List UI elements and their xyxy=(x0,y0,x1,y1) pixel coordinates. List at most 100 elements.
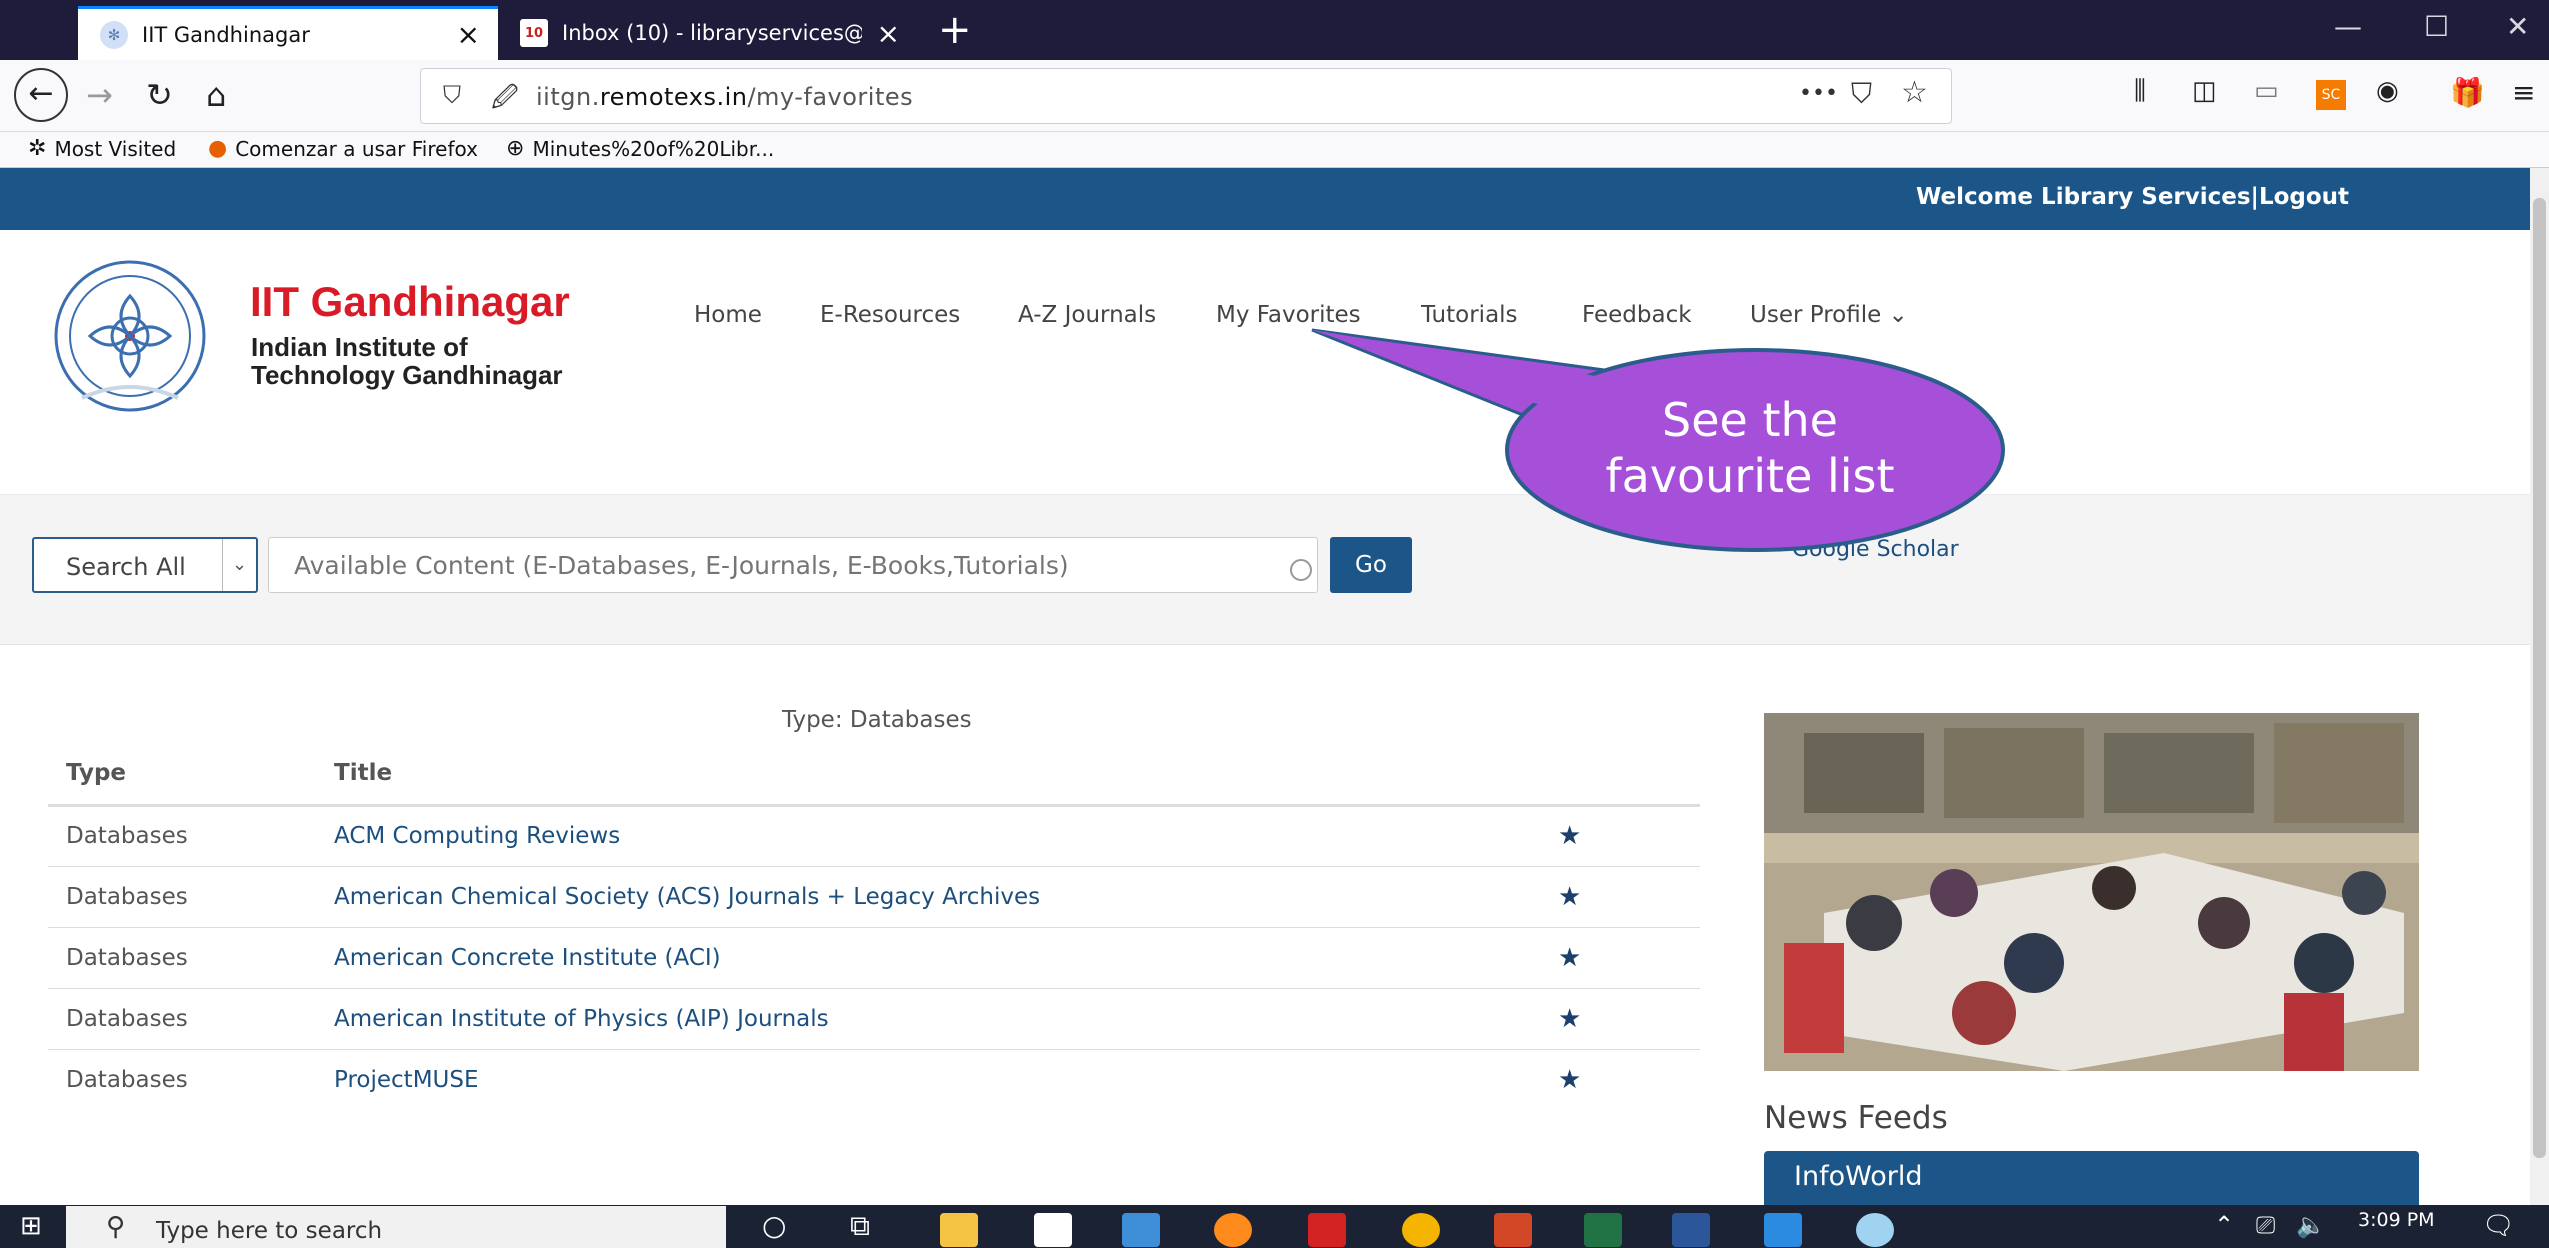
firefox-icon: ● xyxy=(208,136,228,161)
tab-inbox[interactable]: 10 Inbox (10) - libraryservices@iitg × xyxy=(498,6,918,60)
nav-e-resources[interactable]: E-Resources xyxy=(820,302,960,328)
table-row: Databases American Institute of Physics … xyxy=(48,988,1700,1050)
volume-icon[interactable]: 🔈 xyxy=(2296,1211,2326,1239)
cortana-icon[interactable]: ○ xyxy=(762,1209,786,1242)
search-clear-icon[interactable] xyxy=(1290,559,1312,581)
nav-home[interactable]: Home xyxy=(694,302,762,328)
news-feeds-heading: News Feeds xyxy=(1764,1100,1948,1136)
site-top-bar: Welcome Library Services|Logout xyxy=(0,168,2530,230)
page-scrollbar[interactable] xyxy=(2530,168,2549,1205)
row-title-link[interactable]: ProjectMUSE xyxy=(316,1049,1540,1110)
notifications-icon[interactable]: 🗨 xyxy=(2482,1211,2515,1241)
callout-text: See the favourite list xyxy=(1605,393,1895,503)
favorite-star-icon[interactable]: ★ xyxy=(1540,988,1700,1050)
gmail-icon: 10 xyxy=(520,19,548,47)
table-row: Databases American Chemical Society (ACS… xyxy=(48,866,1700,928)
column-header-title: Title xyxy=(316,743,1540,807)
forward-arrow-icon[interactable]: → xyxy=(86,76,113,114)
store-icon[interactable] xyxy=(1034,1213,1072,1247)
paint-icon[interactable] xyxy=(1856,1213,1894,1247)
minimize-icon[interactable]: — xyxy=(2334,10,2362,43)
news-feed-infoworld[interactable]: InfoWorld xyxy=(1764,1151,2419,1205)
powerpoint-icon[interactable] xyxy=(1494,1213,1532,1247)
media-icon[interactable] xyxy=(1122,1213,1160,1247)
tab-label: Inbox (10) - libraryservices@iitg xyxy=(562,21,862,45)
close-window-icon[interactable]: ✕ xyxy=(2506,10,2529,43)
favorite-star-icon[interactable]: ★ xyxy=(1540,927,1700,989)
account-icon[interactable]: ◉ xyxy=(2376,76,2399,106)
row-type: Databases xyxy=(66,1066,188,1093)
table-row: Databases American Concrete Institute (A… xyxy=(48,927,1700,989)
scrollbar-thumb[interactable] xyxy=(2533,198,2546,1158)
row-type: Databases xyxy=(48,866,316,928)
favorites-table: Type Title Databases ACM Computing Revie… xyxy=(48,743,1700,1110)
institute-subtitle-line1: Indian Institute of xyxy=(251,332,468,362)
url-text[interactable]: iitgn.remotexs.in/my-favorites xyxy=(536,83,913,111)
institute-subtitle-line2: Technology Gandhinagar xyxy=(251,360,563,390)
chevron-up-icon[interactable]: ⌃ xyxy=(2214,1211,2234,1239)
task-view-icon[interactable]: ⧉ xyxy=(850,1209,870,1243)
bookmark-star-icon[interactable]: ☆ xyxy=(1901,75,1928,110)
bookmarks-bar: ✲ Most Visited ● Comenzar a usar Firefox… xyxy=(0,132,2549,168)
extension-sc-icon[interactable]: SC xyxy=(2316,80,2346,110)
back-arrow-icon[interactable]: ← xyxy=(14,68,68,122)
table-row: Databases ProjectMUSE ★ xyxy=(48,1049,1700,1110)
reload-icon[interactable]: ↻ xyxy=(146,76,173,114)
browser-nav-bar: ← → ↻ ⌂ ⛉ 🖉 iitgn.remotexs.in/my-favorit… xyxy=(0,60,2549,132)
file-explorer-icon[interactable] xyxy=(940,1213,978,1247)
mail-icon[interactable] xyxy=(1764,1213,1802,1247)
taskbar-search-box[interactable]: ⚲ Type here to search xyxy=(66,1206,726,1248)
word-icon[interactable] xyxy=(1672,1213,1710,1247)
favorite-star-icon[interactable]: ★ xyxy=(1540,805,1700,867)
url-bar[interactable]: ⛉ 🖉 iitgn.remotexs.in/my-favorites ••• ⛉… xyxy=(420,68,1952,124)
windows-start-icon[interactable]: ⊞ xyxy=(20,1211,42,1241)
row-title-link[interactable]: ACM Computing Reviews xyxy=(316,805,1540,867)
site-header: IIT Gandhinagar Indian Institute of Tech… xyxy=(0,230,2530,495)
home-icon[interactable]: ⌂ xyxy=(206,76,226,114)
maximize-icon[interactable]: ☐ xyxy=(2424,10,2449,43)
bookmark-most-visited[interactable]: ✲ Most Visited xyxy=(28,136,176,161)
row-title-link[interactable]: American Chemical Society (ACS) Journals… xyxy=(316,866,1540,928)
new-tab-icon[interactable]: + xyxy=(938,8,972,52)
search-scope-select[interactable]: Search All ⌄ xyxy=(32,537,258,593)
firefox-taskbar-icon[interactable] xyxy=(1214,1213,1252,1247)
acrobat-icon[interactable] xyxy=(1308,1213,1346,1247)
tab-label: IIT Gandhinagar xyxy=(142,22,310,47)
close-tab-icon[interactable]: × xyxy=(457,18,480,51)
row-title-link[interactable]: American Concrete Institute (ACI) xyxy=(316,927,1540,989)
row-title-link[interactable]: American Institute of Physics (AIP) Jour… xyxy=(316,988,1540,1050)
welcome-logout-link[interactable]: Welcome Library Services|Logout xyxy=(1916,184,2349,210)
gift-icon[interactable]: 🎁 xyxy=(2450,76,2485,109)
globe-icon: ⊕ xyxy=(506,136,525,161)
iitgn-logo-icon xyxy=(54,260,206,412)
chrome-icon[interactable] xyxy=(1402,1213,1440,1247)
menu-hamburger-icon[interactable]: ≡ xyxy=(2512,76,2535,109)
search-input[interactable] xyxy=(268,537,1318,593)
bookmark-minutes[interactable]: ⊕ Minutes%20of%20Libr... xyxy=(506,136,774,161)
row-type: Databases xyxy=(48,805,316,867)
table-caption: Type: Databases xyxy=(782,707,972,733)
pocket-icon[interactable]: ⛉ xyxy=(1851,77,1872,111)
favorites-content: Type: Databases Type Title Databases ACM… xyxy=(0,645,2530,1205)
tab-iit-gandhinagar[interactable]: ✻ IIT Gandhinagar × xyxy=(78,6,498,60)
favorite-star-icon[interactable]: ★ xyxy=(1540,1049,1700,1110)
site-favicon-icon: ✻ xyxy=(100,20,128,49)
gear-icon: ✲ xyxy=(28,136,47,161)
institute-title[interactable]: IIT Gandhinagar xyxy=(250,278,570,326)
reader-icon[interactable]: ▭ xyxy=(2254,76,2279,106)
network-icon[interactable]: ⎚ xyxy=(2256,1211,2275,1239)
search-row: Search All ⌄ Go Google Scholar xyxy=(0,495,2530,645)
nav-az-journals[interactable]: A-Z Journals xyxy=(1018,302,1156,328)
shield-icon[interactable]: ⛉ xyxy=(443,81,461,109)
favorite-star-icon[interactable]: ★ xyxy=(1540,866,1700,928)
insecure-lock-icon[interactable]: 🖉 xyxy=(491,79,519,123)
close-tab-icon[interactable]: × xyxy=(877,17,900,50)
page-actions-icon[interactable]: ••• xyxy=(1799,81,1838,106)
taskbar-clock[interactable]: 3:09 PM xyxy=(2358,1209,2435,1231)
chevron-down-icon[interactable]: ⌄ xyxy=(222,539,256,591)
excel-icon[interactable] xyxy=(1584,1213,1622,1247)
search-icon: ⚲ xyxy=(106,1212,126,1242)
bookmark-firefox[interactable]: ● Comenzar a usar Firefox xyxy=(208,136,478,161)
sidebar-icon[interactable]: ◫ xyxy=(2192,76,2217,106)
library-icon[interactable]: ⫼ xyxy=(2134,76,2146,107)
